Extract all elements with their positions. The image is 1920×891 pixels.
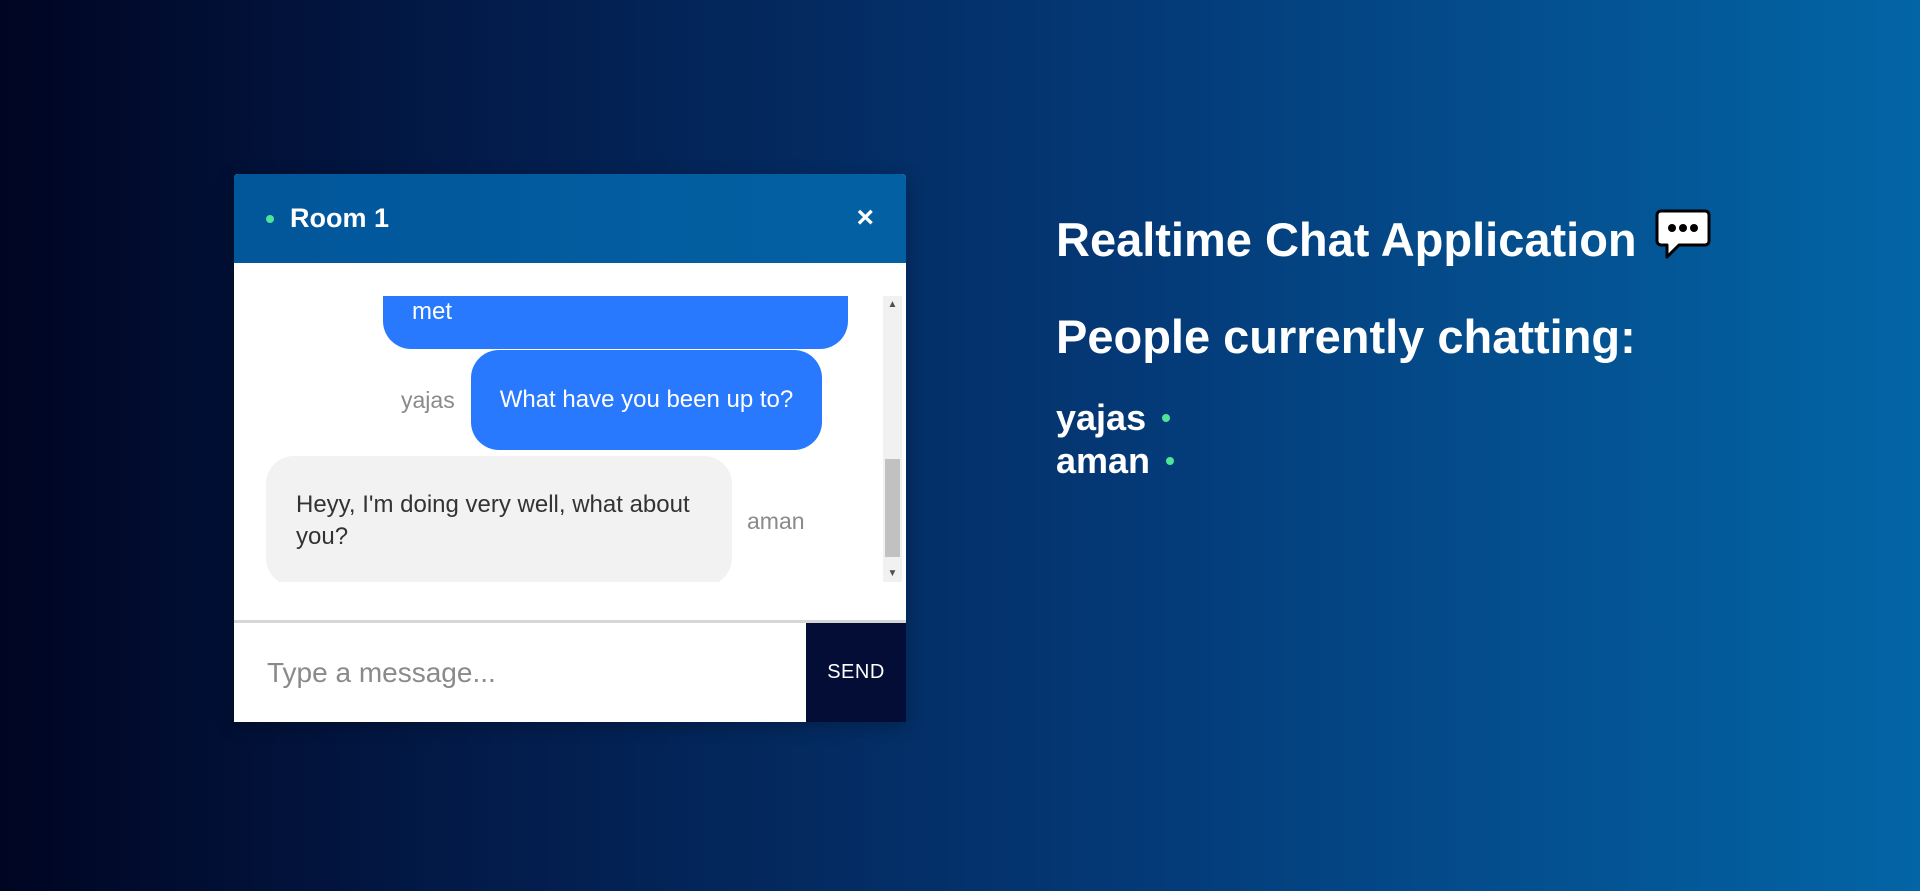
scroll-thumb[interactable] bbox=[885, 459, 900, 557]
app-title-text: Realtime Chat Application bbox=[1056, 213, 1637, 266]
user-name: aman bbox=[1056, 439, 1151, 481]
people-heading: People currently chatting: bbox=[1056, 310, 1636, 363]
message-bubble-incoming: Heyy, I'm doing very well, what about yo… bbox=[266, 456, 732, 582]
message-bubble-outgoing: What have you been up to? bbox=[470, 350, 823, 450]
message-input[interactable] bbox=[234, 623, 806, 722]
speech-bubble-icon bbox=[1655, 208, 1711, 271]
scroll-up-arrow-icon[interactable]: ▲ bbox=[883, 296, 902, 313]
chat-window: Room 1 × met yajas What have you been up… bbox=[234, 174, 906, 722]
app-title: Realtime Chat Application bbox=[1056, 208, 1711, 271]
close-icon[interactable]: × bbox=[856, 203, 874, 233]
online-user-list: yajas aman bbox=[1056, 396, 1711, 482]
chat-body: met yajas What have you been up to? Heyy… bbox=[234, 263, 906, 615]
user-list-item: aman bbox=[1056, 439, 1711, 482]
message-sender: aman bbox=[747, 507, 805, 534]
user-list-item: yajas bbox=[1056, 396, 1711, 439]
message-composer: SEND bbox=[234, 620, 906, 722]
online-status-dot bbox=[1166, 456, 1175, 465]
user-name: yajas bbox=[1056, 396, 1147, 438]
message-bubble-outgoing: met bbox=[383, 296, 848, 349]
message-list[interactable]: met yajas What have you been up to? Heyy… bbox=[234, 296, 882, 582]
room-online-indicator bbox=[266, 214, 274, 223]
online-status-dot bbox=[1162, 413, 1171, 422]
message-row: yajas What have you been up to? bbox=[401, 350, 823, 450]
scroll-down-arrow-icon[interactable]: ▼ bbox=[883, 565, 902, 582]
chat-header: Room 1 × bbox=[234, 174, 906, 263]
message-row: met bbox=[383, 296, 848, 349]
info-panel: Realtime Chat Application People current… bbox=[1056, 208, 1711, 482]
message-sender: yajas bbox=[401, 386, 455, 413]
room-title: Room 1 bbox=[290, 203, 390, 233]
message-scrollbar[interactable]: ▲ ▼ bbox=[883, 296, 902, 582]
send-button[interactable]: SEND bbox=[806, 623, 906, 722]
message-row: Heyy, I'm doing very well, what about yo… bbox=[266, 456, 805, 582]
